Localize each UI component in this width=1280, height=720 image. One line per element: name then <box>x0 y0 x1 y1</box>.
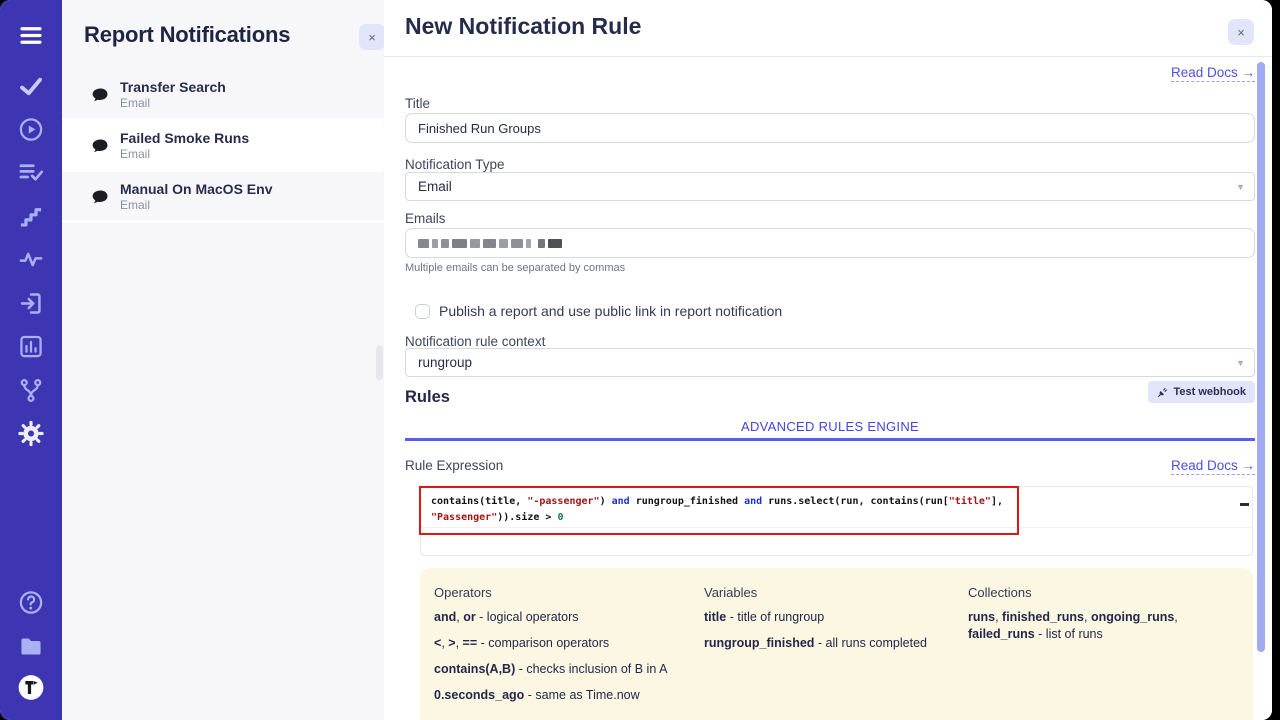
chevron-down-icon: ▼ <box>1236 358 1245 368</box>
help-column-title: Operators <box>434 585 694 600</box>
rule-context-label: Notification rule context <box>405 334 545 349</box>
notifications-panel: Report Notifications × Transfer Search E… <box>62 0 384 720</box>
activity-icon[interactable] <box>18 246 45 273</box>
help-column-collections: Collections runs, finished_runs, ongoing… <box>968 568 1230 643</box>
form-close-button[interactable]: × <box>1228 19 1254 45</box>
tab-indicator <box>405 438 1255 441</box>
plug-icon <box>1157 387 1168 398</box>
read-docs-link[interactable]: Read Docs → <box>1171 65 1255 82</box>
read-docs-link[interactable]: Read Docs → <box>1171 458 1255 475</box>
editor-line-rule <box>421 527 1252 528</box>
help-circle-icon[interactable] <box>18 589 45 616</box>
vertical-scrollbar[interactable] <box>1257 62 1265 652</box>
rules-heading: Rules <box>405 388 450 407</box>
new-rule-panel: New Notification Rule × Read Docs → Titl… <box>384 0 1272 720</box>
item-title: Manual On MacOS Env <box>120 180 376 198</box>
test-webhook-button[interactable]: Test webhook <box>1148 381 1255 403</box>
selected-type: Email <box>418 179 452 194</box>
help-item: 0.seconds_ago - same as Time.now <box>434 687 694 704</box>
item-type: Email <box>120 96 376 111</box>
gear-icon[interactable] <box>18 420 45 447</box>
steps-icon[interactable] <box>18 203 45 230</box>
tab-advanced-rules-engine[interactable]: ADVANCED RULES ENGINE <box>405 419 1255 434</box>
help-column-title: Variables <box>704 585 954 600</box>
help-item: <, >, == - comparison operators <box>434 635 694 652</box>
help-column-variables: Variables title - title of rungroup rung… <box>704 568 954 652</box>
panel-close-button[interactable]: × <box>359 24 385 50</box>
notification-list: Transfer Search Email Failed Smoke Runs … <box>62 70 384 223</box>
rule-context-select[interactable]: rungroup ▼ <box>405 348 1255 377</box>
page-title: New Notification Rule <box>405 13 641 40</box>
help-item: and, or - logical operators <box>434 609 694 626</box>
menu-icon[interactable] <box>18 22 45 49</box>
panel-resize-handle[interactable] <box>376 345 383 380</box>
emails-helper-text: Multiple emails can be separated by comm… <box>405 262 625 274</box>
chat-bubble-icon <box>90 136 111 157</box>
title-label: Title <box>405 96 430 111</box>
checkbox[interactable] <box>415 304 430 319</box>
help-item: runs, finished_runs, ongoing_runs, faile… <box>968 609 1230 643</box>
item-type: Email <box>120 198 376 213</box>
code-line: contains(title, "-passenger") and rungro… <box>431 496 1003 507</box>
help-item: title - title of rungroup <box>704 609 954 626</box>
sidebar <box>0 0 62 720</box>
list-item[interactable]: Transfer Search Email <box>62 70 384 121</box>
help-item: rungroup_finished - all runs completed <box>704 635 954 652</box>
publish-report-checkbox-row[interactable]: Publish a report and use public link in … <box>415 303 782 319</box>
emails-label: Emails <box>405 211 446 226</box>
bar-chart-icon[interactable] <box>18 333 45 360</box>
rule-expression-editor[interactable]: contains(title, "-passenger") and rungro… <box>420 486 1253 556</box>
app-logo[interactable] <box>18 674 45 701</box>
app-window: Report Notifications × Transfer Search E… <box>0 0 1272 720</box>
chevron-down-icon: ▼ <box>1236 182 1245 192</box>
list-item[interactable]: Failed Smoke Runs Email <box>62 121 384 172</box>
sign-in-icon[interactable] <box>18 290 45 317</box>
item-title: Transfer Search <box>120 78 376 96</box>
editor-scroll-marker <box>1240 503 1249 506</box>
selected-context: rungroup <box>418 355 472 370</box>
list-item[interactable]: Manual On MacOS Env Email <box>62 172 384 223</box>
list-check-icon[interactable] <box>18 159 45 186</box>
redacted-email-value <box>418 239 562 248</box>
folder-icon[interactable] <box>18 632 45 659</box>
help-column-title: Collections <box>968 585 1230 600</box>
syntax-help-panel: Operators and, or - logical operators <,… <box>420 568 1253 720</box>
chat-bubble-icon <box>90 187 111 208</box>
help-item: contains(A,B) - checks inclusion of B in… <box>434 661 694 678</box>
item-title: Failed Smoke Runs <box>120 129 376 147</box>
code-line: "Passenger")).size > 0 <box>431 512 563 523</box>
rule-expression-label: Rule Expression <box>405 458 503 473</box>
notification-type-select[interactable]: Email ▼ <box>405 172 1255 201</box>
help-column-operators: Operators and, or - logical operators <,… <box>434 568 694 704</box>
notification-type-label: Notification Type <box>405 157 505 172</box>
test-webhook-label: Test webhook <box>1173 386 1246 398</box>
header-divider <box>384 56 1272 57</box>
git-fork-icon[interactable] <box>18 377 45 404</box>
title-input[interactable]: Finished Run Groups <box>405 113 1255 143</box>
play-circle-icon[interactable] <box>18 116 45 143</box>
checkbox-label: Publish a report and use public link in … <box>439 303 782 319</box>
emails-input[interactable] <box>405 228 1255 258</box>
check-icon[interactable] <box>18 73 45 100</box>
panel-title: Report Notifications <box>84 22 290 48</box>
chat-bubble-icon <box>90 85 111 106</box>
item-type: Email <box>120 147 376 162</box>
